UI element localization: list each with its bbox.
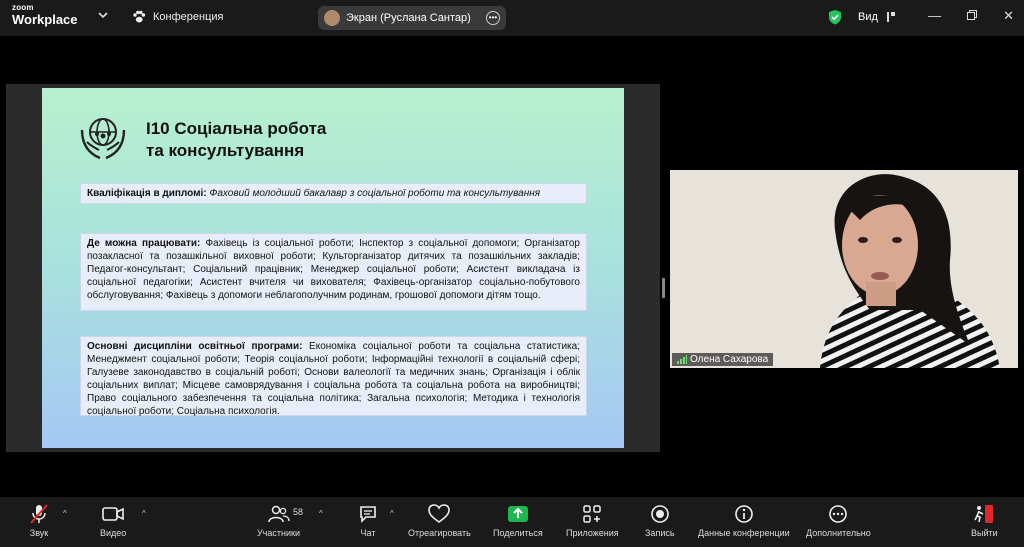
window-controls: — ✕ — [928, 8, 1014, 24]
participant-name-tag: Олена Сахарова — [672, 353, 774, 366]
apps-label: Приложения — [566, 528, 619, 538]
participant-video-frame — [670, 170, 1018, 368]
record-icon — [650, 503, 670, 525]
apps-button[interactable]: Приложения — [566, 503, 619, 538]
brand-large: Workplace — [12, 12, 78, 27]
meeting-toolbar: Звук ^ Видео ^ Участники 58 ^ Чат ^ Отре… — [0, 497, 1024, 547]
video-options-caret-icon[interactable]: ^ — [142, 509, 146, 518]
chevron-down-icon[interactable] — [98, 11, 108, 22]
more-label: Дополнительно — [806, 528, 871, 538]
apps-icon — [582, 503, 602, 525]
audio-options-caret-icon[interactable]: ^ — [63, 509, 67, 518]
avatar — [324, 10, 340, 26]
disciplines-box: Основні дисципліни освітньої програми: Е… — [80, 336, 587, 417]
screen-share-label: Экран (Руслана Сантар) — [346, 12, 471, 24]
workplaces-box: Де можна працювати: Фахівець із соціальн… — [80, 233, 587, 311]
participant-video[interactable]: Олена Сахарова — [670, 170, 1018, 368]
disciplines-text: Економіка соціальної роботи та соціальна… — [87, 341, 580, 417]
participants-count: 58 — [293, 507, 304, 517]
signal-strength-icon — [677, 355, 687, 364]
video-label: Видео — [100, 528, 127, 538]
shield-check-icon[interactable] — [828, 9, 842, 30]
meeting-info-button[interactable]: Данные конференции — [698, 503, 790, 538]
view-label: Вид — [858, 11, 878, 23]
leave-button[interactable]: Выйти — [971, 503, 998, 538]
meeting-title: Конференция — [153, 11, 224, 23]
view-button[interactable]: Вид — [858, 11, 896, 23]
participants-options-caret-icon[interactable]: ^ — [319, 509, 323, 518]
workplaces-label: Де можна працювати: — [87, 238, 201, 249]
chat-icon — [358, 503, 378, 525]
participant-name: Олена Сахарова — [690, 354, 769, 365]
audio-button[interactable]: Звук — [28, 503, 50, 538]
zoom-logo: zoom Workplace — [12, 3, 78, 27]
minimize-icon[interactable]: — — [928, 8, 941, 24]
leave-label: Выйти — [971, 528, 998, 538]
share-label: Поделиться — [493, 528, 543, 538]
info-icon — [734, 503, 754, 525]
participants-icon — [267, 503, 290, 525]
mic-muted-icon — [28, 503, 50, 525]
video-button[interactable]: Видео — [100, 503, 126, 538]
leave-door-icon — [973, 503, 995, 525]
share-button[interactable]: Поделиться — [493, 503, 543, 538]
more-button[interactable]: Дополнительно — [806, 503, 871, 538]
qualification-box: Кваліфікація в дипломі: Фаховий молодший… — [80, 183, 587, 204]
restore-icon[interactable] — [967, 8, 978, 24]
slide-title-line1: І10 Соціальна робота — [146, 119, 327, 138]
close-icon[interactable]: ✕ — [1003, 8, 1014, 24]
record-label: Запись — [645, 528, 675, 538]
top-bar: zoom Workplace Конференция Экран (Руслан… — [0, 0, 1024, 36]
view-grid-icon — [886, 12, 895, 22]
community-hands-icon — [80, 118, 126, 160]
meeting-title-button[interactable]: Конференция — [132, 10, 223, 24]
slide-title-line2: та консультування — [146, 141, 305, 160]
share-screen-icon — [507, 503, 529, 525]
more-icon[interactable]: ••• — [486, 11, 500, 25]
qualification-label: Кваліфікація в дипломі: — [87, 188, 207, 199]
participants-label: Участники — [257, 528, 300, 538]
brand-small: zoom — [12, 3, 34, 12]
more-options-icon — [828, 503, 848, 525]
audio-label: Звук — [29, 528, 49, 538]
meeting-info-label: Данные конференции — [698, 528, 790, 538]
camera-icon — [102, 503, 124, 525]
heart-icon — [428, 503, 451, 525]
record-button[interactable]: Запись — [645, 503, 675, 538]
disciplines-label: Основні дисципліни освітньої програми: — [87, 341, 303, 352]
react-button[interactable]: Отреагировать — [408, 503, 471, 538]
qualification-text: Фаховий молодший бакалавр з соціальної р… — [209, 188, 541, 199]
chat-options-caret-icon[interactable]: ^ — [390, 509, 394, 518]
slide-title: І10 Соціальна робота та консультування — [146, 118, 326, 162]
chat-label: Чат — [360, 528, 376, 538]
paw-icon — [133, 10, 146, 23]
panel-resize-handle[interactable] — [662, 278, 665, 298]
zoom-window: zoom Workplace Конференция Экран (Руслан… — [0, 0, 1024, 547]
react-label: Отреагировать — [408, 528, 471, 538]
chat-button[interactable]: Чат — [358, 503, 378, 538]
presentation-slide: І10 Соціальна робота та консультування К… — [42, 88, 624, 448]
screen-share-indicator[interactable]: Экран (Руслана Сантар) ••• — [318, 6, 506, 30]
